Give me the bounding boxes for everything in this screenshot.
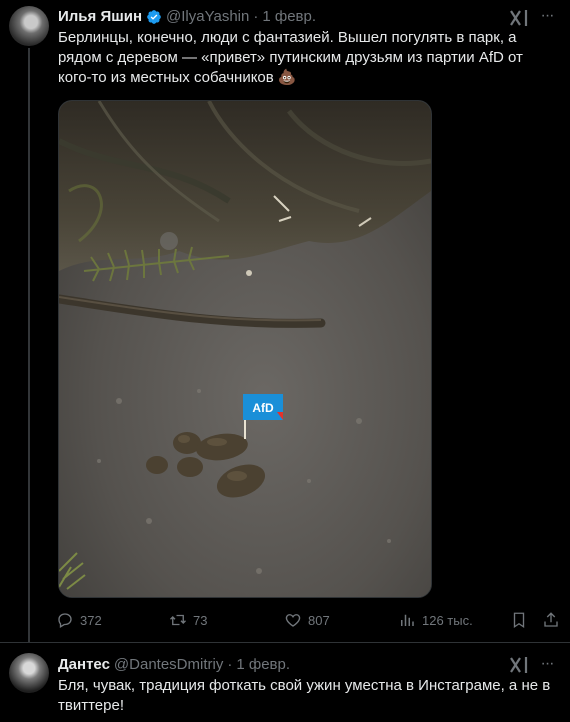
tweet-text: Бля, чувак, традиция фоткать свой ужин у… [58,677,551,714]
views-button[interactable]: 126 тыс. [398,609,473,631]
separator-dot: · [227,656,233,673]
like-button[interactable]: 807 [284,609,330,631]
share-button[interactable] [542,609,566,631]
retweet-count: 73 [193,612,208,628]
tweet-date[interactable]: 1 февр. [236,656,290,673]
tweet-date[interactable]: 1 февр. [262,8,316,25]
more-icon[interactable]: ··· [538,655,556,673]
thread-line [28,48,30,642]
tweet-header: Дантес @DantesDmitriy · 1 февр. [58,656,290,673]
verified-badge-icon[interactable] [146,9,162,25]
bookmark-icon [513,612,525,629]
share-icon [544,612,558,627]
tweet-main[interactable]: Илья Яшин @IlyaYashin · 1 февр. ··· Берл… [0,0,570,642]
author-handle[interactable]: @IlyaYashin [166,8,249,25]
heart-icon [285,614,301,627]
avatar[interactable] [9,6,49,46]
bookmark-button[interactable] [510,609,534,631]
views-icon [401,614,414,626]
grok-icon[interactable] [508,8,530,28]
views-count: 126 тыс. [422,612,473,628]
reply-count: 372 [80,612,102,628]
separator-dot: · [253,8,259,25]
flag-label: AfD [252,401,274,415]
grok-icon[interactable] [508,655,530,675]
retweet-icon [170,614,186,626]
tweet-actions: 372 73 807 126 тыс. [52,609,564,631]
reply-icon [58,613,72,628]
tweet-header: Илья Яшин @IlyaYashin · 1 февр. [58,8,316,25]
tweet-text: Берлинцы, конечно, люди с фантазией. Выш… [58,29,523,86]
more-icon[interactable]: ··· [538,7,556,25]
author-handle[interactable]: @DantesDmitriy [114,656,223,673]
reply-button[interactable]: 372 [56,609,102,631]
author-name[interactable]: Илья Яшин [58,8,142,25]
like-count: 807 [308,612,330,628]
tweet-reply[interactable]: Дантес @DantesDmitriy · 1 февр. ··· Бля,… [0,642,570,722]
author-name[interactable]: Дантес [58,656,110,673]
tweet-photo[interactable]: AfD [58,100,432,598]
photo-image: AfD [59,101,431,597]
retweet-button[interactable]: 73 [169,609,207,631]
avatar[interactable] [9,653,49,693]
